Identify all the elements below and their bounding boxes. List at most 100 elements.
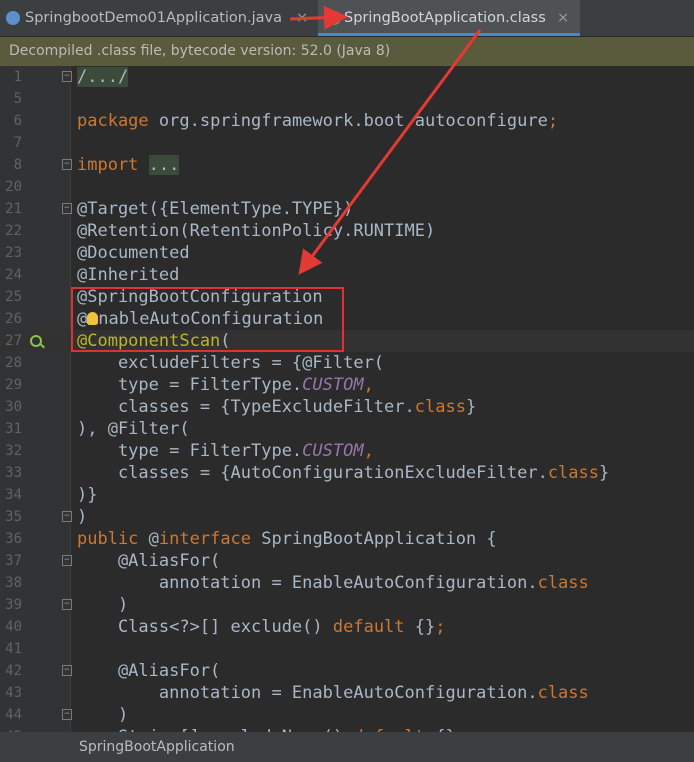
code-text: /.../ <box>77 66 129 88</box>
line-number: 20 <box>5 179 22 195</box>
tab-springboot-application-class[interactable]: SpringBootApplication.class × <box>318 0 580 36</box>
code-line[interactable]: 43 annotation = EnableAutoConfiguration.… <box>0 682 694 704</box>
fold-toggle-icon[interactable]: − <box>62 665 72 676</box>
breadcrumb-item[interactable]: SpringBootApplication <box>79 732 235 762</box>
code-line[interactable]: 5 <box>0 88 694 110</box>
code-line[interactable]: 35 −) <box>0 506 694 528</box>
line-number: 34 <box>5 487 22 503</box>
code-line[interactable]: 6 package org.springframework.boot.autoco… <box>0 110 694 132</box>
code-line[interactable]: 8 − import ... <box>0 154 694 176</box>
code-token: @Inherited <box>77 265 180 285</box>
code-text: @SpringBootConfiguration <box>77 286 323 308</box>
code-line[interactable]: 44 − ) <box>0 704 694 726</box>
code-line[interactable]: 39 − ) <box>0 594 694 616</box>
fold-toggle-icon[interactable]: − <box>62 159 72 170</box>
line-number: 43 <box>5 685 22 701</box>
code-text: classes = {AutoConfigurationExcludeFilte… <box>77 462 609 484</box>
code-line[interactable]: 7 <box>0 132 694 154</box>
code-token: ), @Filter( <box>77 419 190 439</box>
line-number: 44 <box>5 707 22 723</box>
code-token: ) <box>77 595 129 615</box>
class-file-icon <box>327 11 341 25</box>
intention-bulb-icon[interactable] <box>87 312 99 325</box>
code-text: @Documented <box>77 242 190 264</box>
code-token: class <box>547 463 599 483</box>
code-token: class <box>537 573 589 593</box>
line-number: 24 <box>5 267 22 283</box>
code-line[interactable]: 22 @Retention(RetentionPolicy.RUNTIME) <box>0 220 694 242</box>
fold-toggle-icon[interactable]: − <box>62 511 72 522</box>
line-number: 32 <box>5 443 22 459</box>
code-token: , <box>363 441 374 461</box>
code-token: @ <box>77 309 88 329</box>
close-icon[interactable]: × <box>296 0 308 36</box>
code-text: type = FilterType.CUSTOM, <box>77 374 374 396</box>
code-line[interactable]: 31 ), @Filter( <box>0 418 694 440</box>
line-number: 31 <box>5 421 22 437</box>
code-line[interactable]: 36 public @interface SpringBootApplicatio… <box>0 528 694 550</box>
line-number: 35 <box>5 509 22 525</box>
code-line[interactable]: 1 −/.../ <box>0 66 694 88</box>
line-number: 21 <box>5 201 22 217</box>
code-line[interactable]: 25 @SpringBootConfiguration <box>0 286 694 308</box>
code-line[interactable]: 38 annotation = EnableAutoConfiguration.… <box>0 572 694 594</box>
code-text: annotation = EnableAutoConfiguration.cla… <box>77 682 589 704</box>
code-line[interactable]: 21 − @Target({ElementType.TYPE}) <box>0 198 694 220</box>
code-token: /.../ <box>77 67 129 87</box>
code-line[interactable]: 34)} <box>0 484 694 506</box>
code-line[interactable]: 20 <box>0 176 694 198</box>
code-line[interactable]: 32 type = FilterType.CUSTOM, <box>0 440 694 462</box>
code-token: type = FilterType. <box>77 441 303 461</box>
line-number: 40 <box>5 619 22 635</box>
line-number: 33 <box>5 465 22 481</box>
code-text: ), @Filter( <box>77 418 190 440</box>
code-text: import ... <box>77 154 180 176</box>
close-icon[interactable]: × <box>557 0 569 36</box>
decompiled-notice-banner: Decompiled .class file, bytecode version… <box>0 37 694 66</box>
code-token: ; <box>547 111 559 131</box>
java-class-icon <box>6 11 20 25</box>
code-text: Class<?>[] exclude() default {}; <box>77 616 446 638</box>
code-line[interactable]: 40 Class<?>[] exclude() default {}; <box>0 616 694 638</box>
search-usages-icon[interactable] <box>30 335 42 347</box>
code-line[interactable]: 23 @Documented <box>0 242 694 264</box>
code-line[interactable]: 42 − @AliasFor( <box>0 660 694 682</box>
code-editor[interactable]: 1−/.../5 6 package org.springframework.boo… <box>0 66 694 732</box>
fold-toggle-icon[interactable]: − <box>62 709 72 720</box>
code-text: @Retention(RetentionPolicy.RUNTIME) <box>77 220 435 242</box>
fold-toggle-icon[interactable]: − <box>62 71 72 82</box>
code-line[interactable]: 30 classes = {TypeExcludeFilter.class} <box>0 396 694 418</box>
line-number: 1 <box>13 69 22 85</box>
code-line[interactable]: 37 − @AliasFor( <box>0 550 694 572</box>
code-text: classes = {TypeExcludeFilter.class} <box>77 396 476 418</box>
code-line[interactable]: 27 @ComponentScan( <box>0 330 694 352</box>
code-line[interactable]: 41 <box>0 638 694 660</box>
fold-toggle-icon[interactable]: − <box>62 203 72 214</box>
code-text: @AliasFor( <box>77 660 220 682</box>
code-line[interactable]: 24 @Inherited <box>0 264 694 286</box>
code-line[interactable]: 26 @ nableAutoConfiguration <box>0 308 694 330</box>
code-token: @SpringBootConfiguration <box>77 287 323 307</box>
code-text: excludeFilters = {@Filter( <box>77 352 384 374</box>
code-text: package org.springframework.boot.autocon… <box>77 110 558 132</box>
tab-springbootdemo01-application[interactable]: SpringbootDemo01Application.java × <box>0 0 316 36</box>
notice-text: Decompiled .class file, bytecode version… <box>9 43 391 59</box>
code-token: class <box>537 683 589 703</box>
code-line[interactable]: 28 excludeFilters = {@Filter( <box>0 352 694 374</box>
code-text: @ComponentScan( <box>77 330 231 352</box>
code-token: CUSTOM <box>302 375 364 395</box>
code-token: ( <box>220 331 231 351</box>
fold-toggle-icon[interactable]: − <box>62 555 72 566</box>
code-line[interactable]: 33 classes = {AutoConfigurationExcludeFi… <box>0 462 694 484</box>
line-number: 42 <box>5 663 22 679</box>
fold-toggle-icon[interactable]: − <box>62 599 72 610</box>
code-token: {} <box>404 617 436 637</box>
code-text: @AliasFor( <box>77 550 220 572</box>
code-token: SpringBootApplication { <box>251 529 497 549</box>
code-line[interactable]: 29 type = FilterType.CUSTOM, <box>0 374 694 396</box>
line-number: 7 <box>13 135 22 151</box>
line-number: 22 <box>5 223 22 239</box>
code-token: ... <box>148 155 180 175</box>
line-number: 23 <box>5 245 22 261</box>
